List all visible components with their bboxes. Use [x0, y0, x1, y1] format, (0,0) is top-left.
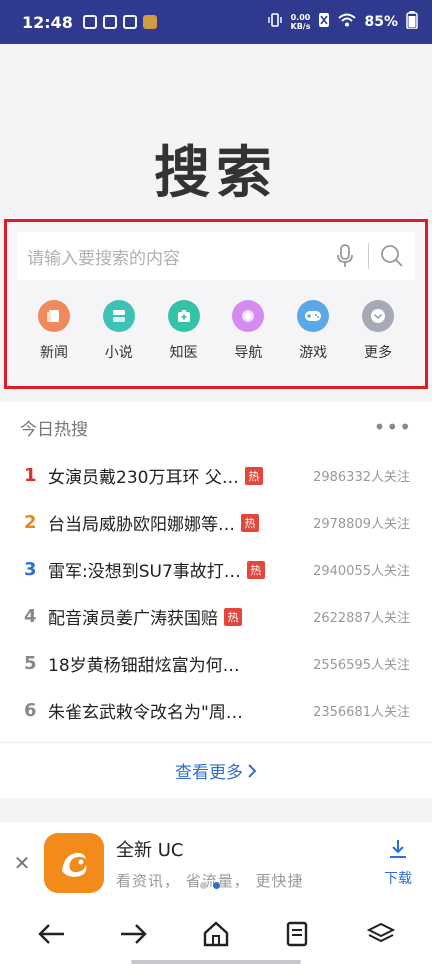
medical-icon: [167, 300, 200, 332]
search-placeholder: 请输入要搜索的内容: [27, 248, 180, 269]
search-panel: 请输入要搜索的内容 新闻 小说 知医 导航 游戏 更多: [4, 219, 428, 389]
battery-icon: [406, 11, 418, 33]
download-button[interactable]: 下载: [384, 838, 412, 888]
novel-icon: [102, 300, 135, 332]
notification-icon: [82, 15, 97, 29]
follow-count: 2556595人关注: [313, 658, 410, 673]
see-more-link[interactable]: 查看更多: [0, 742, 432, 798]
hot-search-item[interactable]: 2 台当局威胁欧阳娜娜等… 热 2978809人关注: [0, 499, 432, 546]
follow-count: 2356681人关注: [313, 705, 410, 720]
hot-badge: 热: [241, 513, 259, 532]
rank-number: 2: [24, 512, 37, 533]
notification-icon: [102, 15, 117, 29]
shortcut-grid: 新闻 小说 知医 导航 游戏 更多: [17, 290, 415, 380]
download-icon: [387, 838, 409, 864]
microphone-icon[interactable]: [332, 243, 358, 269]
app-promo-banner[interactable]: ✕ 全新 UC 看资讯， 省流量， 更快捷 下载: [0, 822, 432, 904]
search-input[interactable]: 请输入要搜索的内容: [17, 232, 415, 280]
hot-search-card: 今日热搜 ••• 1 女演员戴230万耳环 父… 热 2986332人关注 2 …: [0, 402, 432, 798]
hot-search-item[interactable]: 1 女演员戴230万耳环 父… 热 2986332人关注: [0, 452, 432, 499]
hot-badge: 热: [244, 466, 263, 485]
page-title: 搜索: [154, 141, 278, 206]
hot-search-text: 18岁黄杨钿甜炫富为何…: [48, 656, 240, 676]
status-time: 12:48: [22, 12, 73, 32]
menu-button[interactable]: [359, 912, 403, 956]
rank-number: 6: [24, 700, 37, 721]
hot-search-text: 台当局威胁欧阳娜娜等…: [48, 515, 235, 535]
follow-count: 2978809人关注: [313, 517, 410, 532]
navigation-icon: [232, 300, 265, 332]
rank-number: 5: [24, 653, 37, 674]
page-dot-active: [213, 882, 220, 889]
battery-level: 85%: [364, 14, 398, 30]
hot-search-item[interactable]: 5 18岁黄杨钿甜炫富为何… 2556595人关注: [0, 640, 432, 687]
forward-button[interactable]: [112, 912, 156, 956]
rank-number: 4: [24, 606, 37, 627]
tabs-button[interactable]: [276, 912, 320, 956]
no-sim-icon: [318, 12, 330, 32]
home-button[interactable]: [194, 912, 238, 956]
shortcut-medical[interactable]: 知医: [159, 290, 209, 380]
hot-search-text: 朱雀玄武敕令改名为"周…: [48, 703, 243, 723]
shortcut-navigation[interactable]: 导航: [223, 290, 273, 380]
follow-count: 2940055人关注: [313, 564, 410, 579]
banner-pagination: [200, 882, 220, 889]
hot-badge: 热: [246, 560, 265, 579]
gamepad-icon: [297, 300, 330, 332]
hot-badge: 热: [224, 607, 242, 626]
bottom-navigation: [0, 904, 432, 964]
shortcut-more[interactable]: 更多: [353, 290, 403, 380]
status-bar: 12:48 0.00 KB/s 85%: [0, 0, 432, 44]
shortcut-game[interactable]: 游戏: [288, 290, 338, 380]
more-icon: [361, 300, 394, 332]
notification-icon: [142, 15, 157, 29]
follow-count: 2986332人关注: [313, 470, 410, 485]
shortcut-news[interactable]: 新闻: [29, 290, 79, 380]
hot-search-item[interactable]: 4 配音演员姜广涛获国赔 热 2622887人关注: [0, 593, 432, 640]
hot-search-item[interactable]: 6 朱雀玄武敕令改名为"周… 2356681人关注: [0, 687, 432, 734]
search-icon[interactable]: [379, 243, 405, 269]
news-icon: [38, 300, 70, 332]
wifi-icon: [338, 13, 357, 31]
vibrate-icon: [267, 12, 283, 32]
hot-search-text: 雷军:没想到SU7事故打…: [48, 562, 241, 582]
page-dot: [200, 882, 207, 889]
more-options-icon[interactable]: •••: [374, 415, 412, 439]
notification-icon: [122, 15, 137, 29]
banner-title: 全新 UC: [116, 839, 184, 861]
chevron-right-icon: [247, 763, 257, 779]
back-button[interactable]: [29, 912, 73, 956]
network-speed: 0.00 KB/s: [290, 13, 311, 31]
hot-search-header: 今日热搜 •••: [0, 402, 432, 452]
hot-search-item[interactable]: 3 雷军:没想到SU7事故打… 热 2940055人关注: [0, 546, 432, 593]
home-indicator: [131, 960, 301, 964]
rank-number: 1: [24, 465, 37, 486]
close-icon[interactable]: ✕: [0, 851, 44, 875]
hot-search-text: 女演员戴230万耳环 父…: [48, 468, 239, 488]
hot-search-title: 今日热搜: [20, 419, 88, 440]
uc-logo: [44, 833, 104, 893]
follow-count: 2622887人关注: [313, 611, 410, 626]
hot-search-text: 配音演员姜广涛获国赔: [48, 609, 218, 629]
divider: [368, 243, 369, 269]
rank-number: 3: [24, 559, 37, 580]
shortcut-novel[interactable]: 小说: [94, 290, 144, 380]
